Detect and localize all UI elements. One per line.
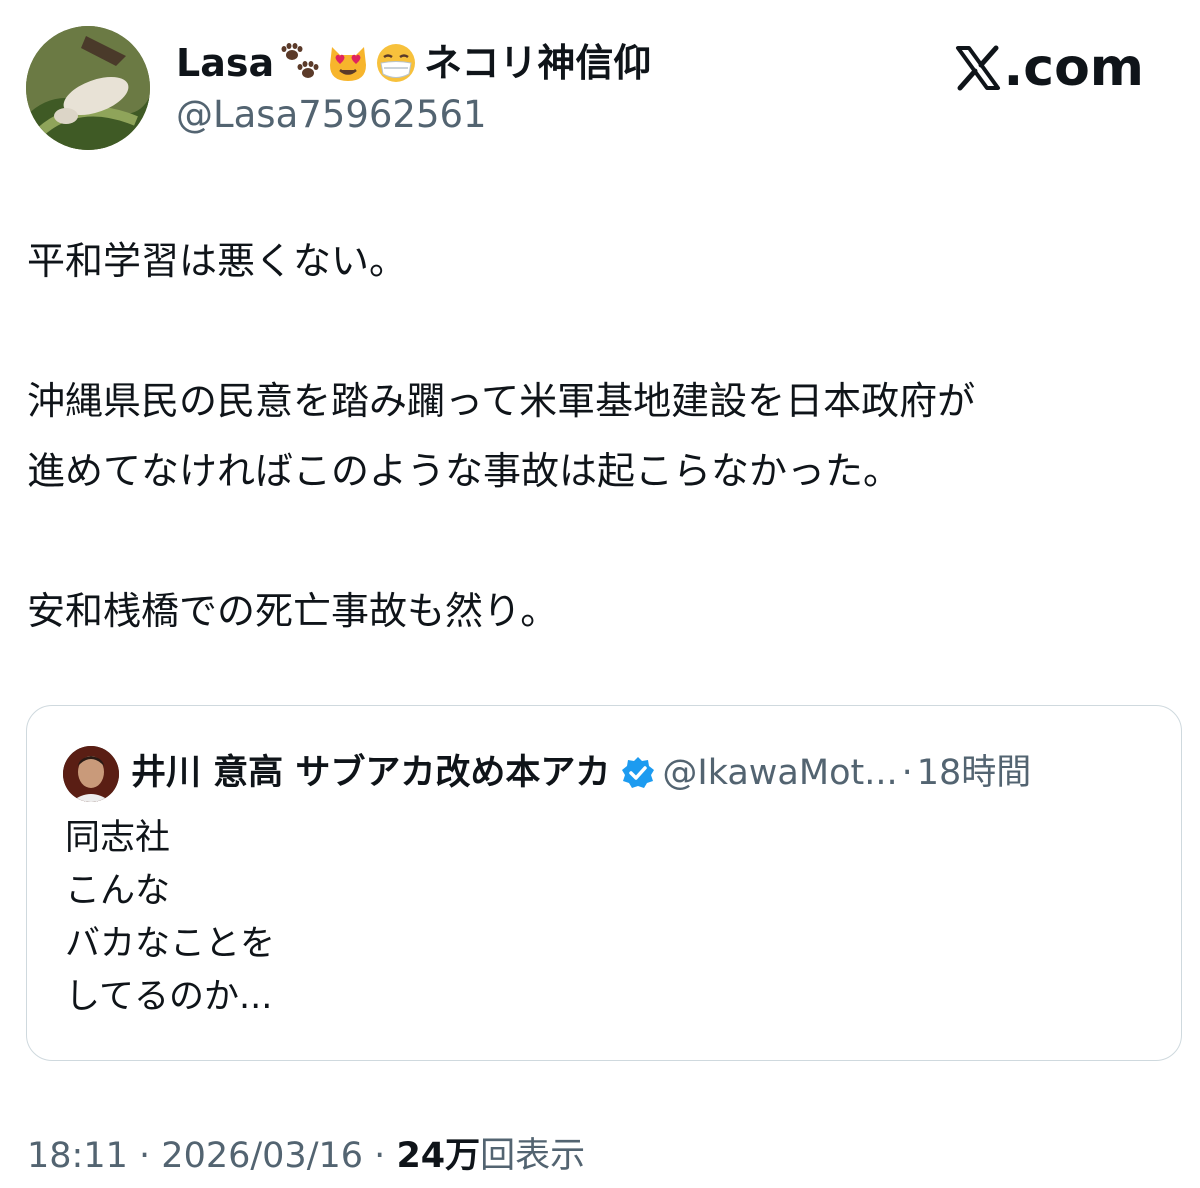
quoted-line: こんな <box>65 871 171 911</box>
quoted-tweet-card[interactable]: 井川 意高 サブアカ改め本アカ @IkawaMot... · 18時間 同志社 … <box>26 705 1182 1061</box>
mask-face-icon <box>374 41 418 85</box>
quoted-line: バカなことを <box>65 924 276 964</box>
tweet-text: 平和学習は悪くない。 沖縄県民の民意を踏み躙って米軍基地建設を日本政府が 進めて… <box>27 226 1177 646</box>
meta-separator: · <box>374 1136 386 1176</box>
quoted-tweet-time[interactable]: 18時間 <box>917 748 1032 798</box>
tweet-paragraph: 沖縄県民の民意を踏み躙って米軍基地建設を日本政府が <box>27 379 976 423</box>
tweet-paragraph: 安和桟橋での死亡事故も然り。 <box>27 589 559 633</box>
tweet-paragraph: 進めてなければこのような事故は起こらなかった。 <box>27 449 902 493</box>
view-count-label: 回表示 <box>480 1136 586 1176</box>
quoted-author-handle[interactable]: @IkawaMot... <box>662 748 897 798</box>
author-name-suffix: ネコリ神信仰 <box>424 41 652 85</box>
paw-prints-icon <box>278 41 322 85</box>
author-handle[interactable]: @Lasa75962561 <box>176 92 487 138</box>
x-icon <box>955 45 1000 91</box>
tweet-meta: 18:11 · 2026/03/16 · 24万回表示 <box>27 1132 585 1180</box>
logo-text: .com <box>1003 38 1145 98</box>
author-display-name[interactable]: Lasa ネコリ神信仰 <box>176 38 651 88</box>
meta-separator: · <box>901 753 913 793</box>
tweet-paragraph: 平和学習は悪くない。 <box>27 239 408 283</box>
quoted-author-avatar <box>63 746 119 802</box>
quoted-line: してるのか... <box>65 977 273 1017</box>
meta-separator: · <box>139 1136 151 1176</box>
author-name-text: Lasa <box>176 41 275 85</box>
quoted-tweet-text: 同志社 こんな バカなことを してるのか... <box>65 812 275 1024</box>
quoted-line: 同志社 <box>65 818 171 858</box>
view-count[interactable]: 24万 <box>396 1136 480 1176</box>
verified-badge-icon <box>622 757 655 788</box>
quoted-author-name[interactable]: 井川 意高 サブアカ改め本アカ <box>131 748 610 798</box>
x-logo: .com <box>954 38 1145 98</box>
tweet-date[interactable]: 2026/03/16 <box>161 1136 363 1176</box>
heart-eyes-cat-icon <box>326 41 370 85</box>
author-avatar[interactable] <box>26 26 150 150</box>
tweet-time[interactable]: 18:11 <box>27 1136 128 1176</box>
quoted-tweet-header: 井川 意高 サブアカ改め本アカ @IkawaMot... · 18時間 <box>131 748 1031 798</box>
